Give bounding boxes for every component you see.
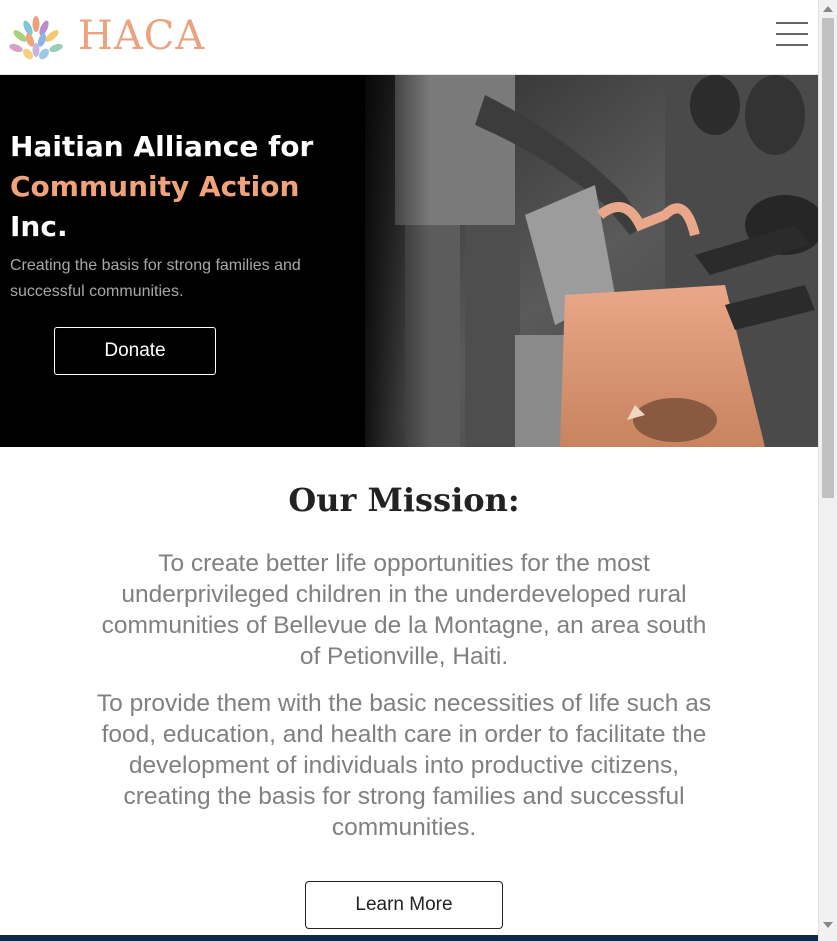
hamburger-menu-icon[interactable] [776,22,810,50]
scroll-down-arrow-icon[interactable] [823,922,833,928]
site-header: HACA [0,0,818,75]
mission-title: Our Mission: [288,481,520,519]
footer-strip [0,935,818,941]
hero-subtitle: Creating the basis for strong families a… [10,257,301,300]
hero-title-line2: Community Action [10,170,300,203]
hero-title-line1: Haitian Alliance for [10,130,314,163]
scroll-up-arrow-icon[interactable] [823,6,833,12]
hero-title-line3: Inc. [10,210,68,243]
brand-name[interactable]: HACA [78,12,205,60]
learn-more-button[interactable]: Learn More [305,881,503,929]
mission-paragraph-2: To provide them with the basic necessiti… [96,690,712,841]
hero-section: Haitian Alliance for Community Action In… [0,75,818,447]
food-bag-distribution-photo [365,75,818,447]
hero-image-fade [350,75,430,447]
donate-button[interactable]: Donate [54,327,216,375]
page-scrollbar[interactable] [818,0,837,941]
hero-title: Haitian Alliance for Community Action In… [10,127,350,247]
mission-paragraph-1: To create better life opportunities for … [101,550,707,670]
lotus-logo-icon[interactable] [8,10,64,64]
scrollbar-thumb[interactable] [822,18,834,498]
